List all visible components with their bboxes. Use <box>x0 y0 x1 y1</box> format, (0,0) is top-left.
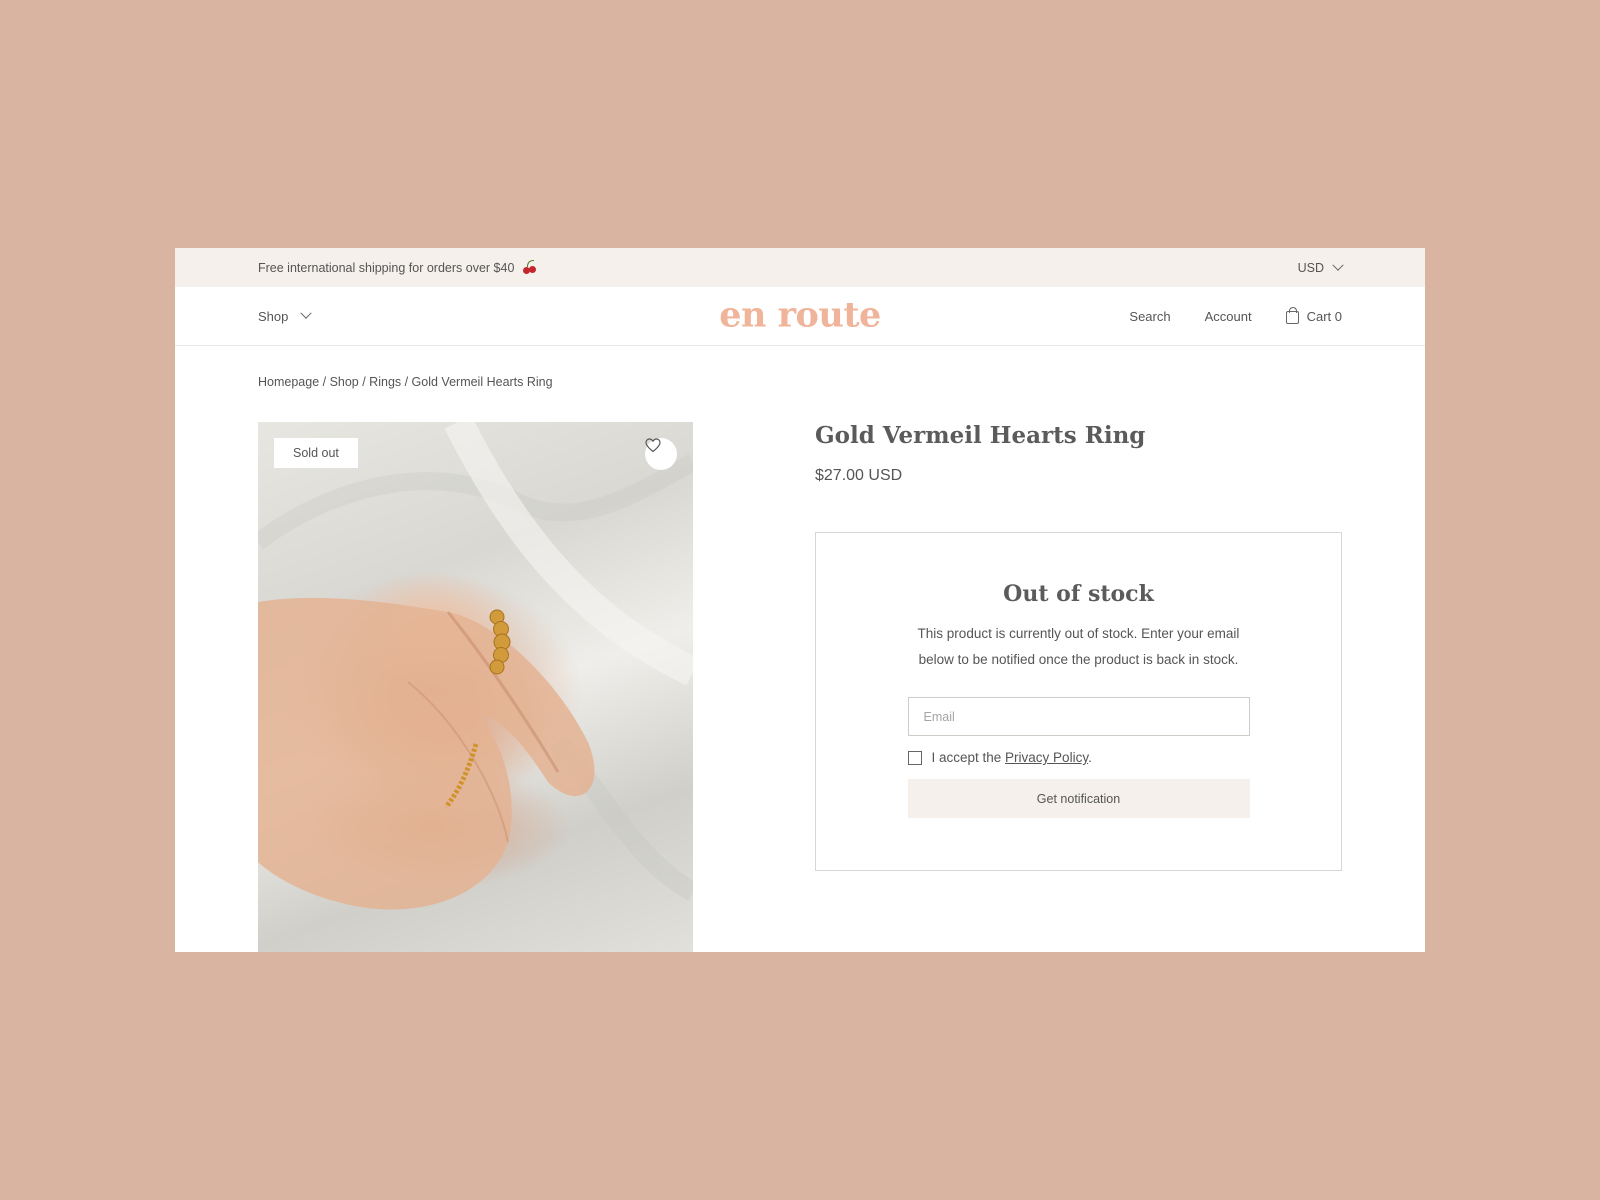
currency-selector[interactable]: USD <box>1297 259 1344 275</box>
out-of-stock-message: This product is currently out of stock. … <box>917 626 1240 667</box>
header-actions: Search Account Cart 0 <box>1129 307 1342 324</box>
email-field[interactable] <box>907 697 1250 736</box>
cart-link[interactable]: Cart 0 <box>1285 307 1342 324</box>
sold-out-badge: Sold out <box>274 438 358 468</box>
heart-icon <box>645 438 661 453</box>
shopping-bag-icon <box>1285 307 1299 324</box>
currency-label: USD <box>1297 260 1324 275</box>
privacy-checkbox[interactable] <box>907 750 922 765</box>
search-link[interactable]: Search <box>1129 309 1170 324</box>
announcement-bar: Free international shipping for orders o… <box>175 248 1425 287</box>
ring-illustration <box>258 422 693 910</box>
site-header: Shop en route Search Account Cart 0 <box>175 287 1425 346</box>
announcement-text: Free international shipping for orders o… <box>258 261 515 275</box>
chevron-down-icon <box>300 307 313 319</box>
consent-suffix: . <box>1088 750 1092 765</box>
chevron-down-icon <box>1332 259 1344 271</box>
consent-prefix: I accept the <box>931 750 1006 765</box>
product-title: Gold Vermeil Hearts Ring <box>815 422 1146 449</box>
breadcrumb: Homepage / Shop / Rings / Gold Vermeil H… <box>258 375 553 389</box>
out-of-stock-title: Out of stock <box>1003 581 1154 607</box>
cherry-icon <box>522 260 538 274</box>
shop-menu[interactable]: Shop <box>258 307 313 324</box>
storefront-page: Free international shipping for orders o… <box>175 248 1425 952</box>
get-notification-button[interactable]: Get notification <box>907 779 1250 818</box>
breadcrumb-text[interactable]: Homepage / Shop / Rings / Gold Vermeil H… <box>258 375 553 389</box>
site-logo[interactable]: en route <box>719 295 881 336</box>
shop-link[interactable]: Shop <box>258 309 288 324</box>
privacy-consent[interactable]: I accept the Privacy Policy. <box>907 750 1250 765</box>
account-link[interactable]: Account <box>1205 309 1252 324</box>
consent-text: I accept the Privacy Policy. <box>932 750 1092 765</box>
announcement: Free international shipping for orders o… <box>258 260 538 275</box>
out-of-stock-panel: Out of stock This product is currently o… <box>815 532 1342 871</box>
privacy-policy-link[interactable]: Privacy Policy <box>1005 750 1088 765</box>
product-image[interactable]: Sold out <box>258 422 693 952</box>
product-price: $27.00 USD <box>815 467 903 484</box>
wishlist-button[interactable] <box>645 438 677 470</box>
cart-label: Cart 0 <box>1306 308 1342 324</box>
